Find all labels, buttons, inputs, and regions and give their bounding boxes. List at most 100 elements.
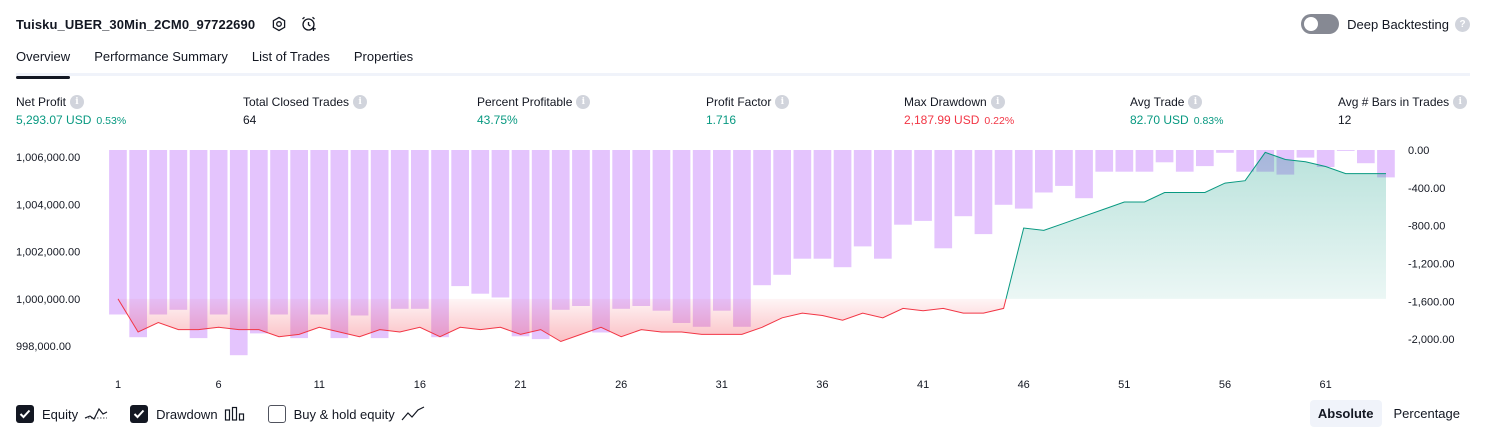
legend-drawdown-label: Drawdown: [156, 406, 218, 422]
right-axis-tick: 0.00: [1408, 145, 1429, 157]
metric-label: Total Closed Trades: [243, 95, 350, 109]
drawdown-bar: [209, 150, 228, 315]
drawdown-bar: [753, 150, 771, 286]
right-axis-tick: -2,000.00: [1408, 334, 1454, 346]
metric-percent: 0.22%: [984, 115, 1015, 127]
help-icon[interactable]: ?: [1455, 16, 1470, 32]
metric-total-closed-trades: Total Closed Trades i 64: [243, 94, 368, 129]
drawdown-bar: [1014, 150, 1033, 209]
legend-drawdown-toggle[interactable]: Drawdown: [130, 405, 245, 423]
drawdown-bar: [1196, 150, 1214, 167]
view-mode-switch: Absolute Percentage: [1306, 400, 1468, 427]
metric-value: 64: [243, 113, 257, 127]
drawdown-bar: [1296, 150, 1315, 158]
info-icon[interactable]: i: [576, 95, 591, 109]
x-axis-tick: 11: [314, 379, 325, 391]
drawdown-bar: [612, 150, 630, 309]
tab-overview[interactable]: Overview: [16, 44, 71, 79]
drawdown-checkbox[interactable]: [130, 405, 149, 423]
tab-list-of-trades[interactable]: List of Trades: [252, 44, 330, 76]
info-icon[interactable]: i: [1453, 95, 1468, 109]
metric-avg-trade: Avg Trade i 82.70 USD 0.83%: [1130, 94, 1223, 129]
drawdown-bar: [1236, 150, 1254, 172]
drawdown-bar: [773, 150, 791, 275]
drawdown-bar: [934, 150, 953, 249]
buy-hold-checkbox[interactable]: [267, 405, 286, 423]
x-axis-tick: 56: [1219, 379, 1231, 391]
drawdown-bar: [1135, 150, 1154, 172]
tab-performance-summary[interactable]: Performance Summary: [94, 44, 228, 76]
buy-hold-line-icon: [401, 406, 425, 422]
add-alert-icon[interactable]: [299, 14, 319, 34]
left-axis-tick: 998,000.00: [16, 341, 71, 353]
right-axis-tick: -400.00: [1408, 183, 1445, 195]
right-axis-tick: -1,200.00: [1408, 259, 1454, 271]
left-axis-tick: 1,000,000.00: [16, 294, 80, 306]
metric-percent: 0.53%: [96, 115, 127, 127]
drawdown-bar: [1316, 150, 1335, 167]
drawdown-bar: [994, 150, 1013, 205]
left-axis: 1,006,000.00 1,004,000.00 1,002,000.00 1,00…: [16, 152, 80, 353]
metric-label: Avg # Bars in Trades: [1338, 95, 1450, 109]
drawdown-bar: [451, 150, 469, 287]
drawdown-bar: [914, 150, 932, 221]
drawdown-bar: [1175, 150, 1194, 172]
left-axis-tick: 1,006,000.00: [16, 152, 80, 164]
metric-value: 82.70 USD: [1130, 113, 1189, 127]
x-axis-tick: 31: [716, 379, 728, 391]
x-axis: 1 6 11 16 21 26 31 36 41 46 51 56 61: [115, 379, 1332, 391]
drawdown-bar: [471, 150, 490, 294]
deep-backtesting-label: Deep Backtesting: [1347, 16, 1449, 32]
legend-equity-label: Equity: [42, 406, 79, 422]
drawdown-bar: [572, 150, 590, 306]
equity-checkbox[interactable]: [16, 405, 34, 423]
drawdown-bar: [793, 150, 812, 259]
tab-bar: Overview Performance Summary List of Tra…: [16, 44, 1470, 79]
right-axis: 0.00 -400.00 -800.00 -1,200.00 -1,600.00 -2,0…: [1408, 145, 1454, 346]
drawdown-bars-icon: [224, 406, 246, 422]
equity-drawdown-chart[interactable]: 1,006,000.00 1,004,000.00 1,002,000.00 1,00…: [0, 140, 1486, 392]
absolute-button[interactable]: Absolute: [1309, 400, 1382, 427]
drawdown-bar: [310, 150, 329, 315]
drawdown-bar: [974, 150, 993, 235]
metric-profit-factor: Profit Factor i 1.716: [706, 94, 790, 129]
drawdown-bar: [169, 150, 188, 310]
drawdown-bar: [1357, 150, 1375, 164]
strategy-header: Tuisku_UBER_30Min_2CM0_97722690: [16, 12, 319, 36]
info-icon[interactable]: i: [70, 95, 85, 109]
x-axis-tick: 21: [514, 379, 526, 391]
tab-properties[interactable]: Properties: [354, 44, 413, 76]
info-icon[interactable]: i: [990, 95, 1005, 109]
strategy-title: Tuisku_UBER_30Min_2CM0_97722690: [16, 16, 256, 32]
x-axis-tick: 16: [414, 379, 426, 391]
drawdown-bar: [632, 150, 651, 306]
gear-icon[interactable]: [269, 14, 289, 34]
info-icon[interactable]: i: [1188, 95, 1203, 109]
x-axis-tick: 6: [216, 379, 222, 391]
drawdown-bar: [713, 150, 731, 311]
percentage-button[interactable]: Percentage: [1386, 400, 1469, 427]
drawdown-bar: [491, 150, 510, 298]
metric-label: Net Profit: [16, 95, 67, 109]
drawdown-bar: [813, 150, 832, 259]
chart-legend: Equity Drawdown Buy & hold equity: [16, 403, 447, 425]
drawdown-bar: [672, 150, 691, 323]
legend-equity-toggle[interactable]: Equity: [16, 405, 108, 423]
deep-backtesting-toggle[interactable]: [1301, 14, 1340, 34]
metric-value: 12: [1338, 113, 1352, 127]
equity-line-icon: [84, 406, 108, 422]
legend-buy-hold-toggle[interactable]: Buy & hold equity: [267, 405, 425, 423]
drawdown-bar: [350, 150, 369, 316]
info-icon[interactable]: i: [775, 95, 790, 109]
metric-max-drawdown: Max Drawdown i 2,187.99 USD 0.22%: [904, 94, 1014, 129]
drawdown-bar: [149, 150, 168, 315]
x-axis-tick: 41: [917, 379, 929, 391]
info-icon[interactable]: i: [353, 95, 368, 109]
drawdown-bar: [390, 150, 409, 309]
drawdown-bar: [1055, 150, 1073, 186]
drawdown-bar: [109, 150, 127, 315]
drawdown-bar: [874, 150, 892, 259]
metric-avg-bars: Avg # Bars in Trades i 12: [1338, 94, 1468, 129]
left-axis-tick: 1,002,000.00: [16, 247, 80, 259]
drawdown-bar: [853, 150, 872, 247]
